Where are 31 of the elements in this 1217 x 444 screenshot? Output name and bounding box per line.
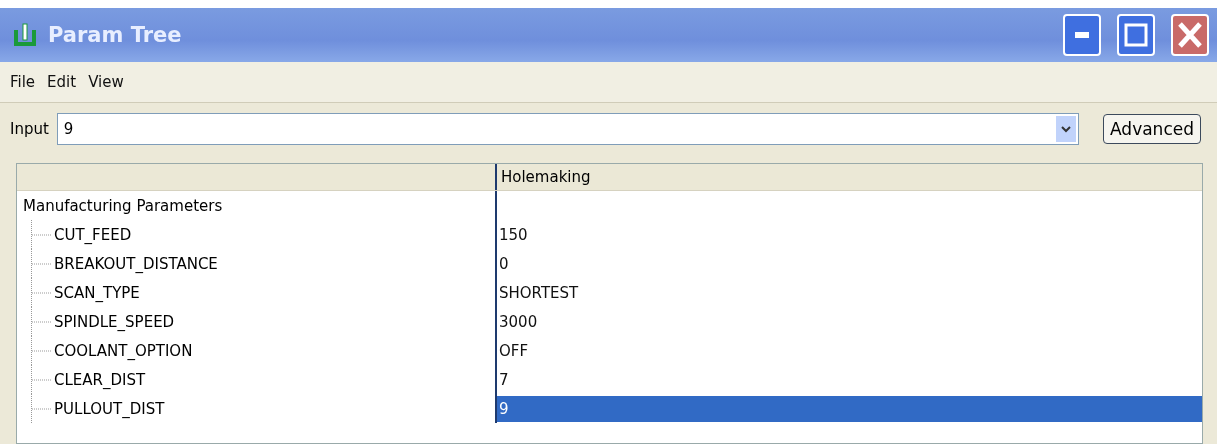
value-cell[interactable]: 0 [497, 250, 1202, 277]
menu-item[interactable]: Edit [47, 73, 77, 91]
tree-node[interactable]: SCAN_TYPE [54, 283, 140, 302]
chevron-icon [1061, 125, 1071, 133]
tree-root[interactable]: Manufacturing Parameters [17, 196, 223, 215]
minimize-button[interactable] [1063, 14, 1101, 56]
value-cell[interactable]: 7 [497, 366, 1202, 393]
value-cell[interactable]: 9 [497, 395, 1202, 422]
value-cell[interactable]: 3000 [497, 308, 1202, 335]
app-icon [12, 22, 38, 48]
tree-node[interactable]: CUT_FEED [54, 225, 132, 244]
menu-item[interactable]: View [88, 73, 124, 91]
close-icon [1177, 21, 1203, 49]
tree-node[interactable]: SPINDLE_SPEED [54, 312, 175, 331]
value-cell[interactable]: OFF [497, 337, 1202, 364]
maximize-icon [1124, 23, 1148, 47]
dropdown-button[interactable] [1056, 116, 1076, 142]
minimize-icon [1075, 32, 1089, 38]
value-cell[interactable]: SHORTEST [497, 279, 1202, 306]
maximize-button[interactable] [1117, 14, 1155, 56]
tree-node[interactable]: BREAKOUT_DISTANCE [54, 254, 218, 273]
tree-node[interactable]: PULLOUT_DIST [54, 399, 165, 418]
close-button[interactable] [1171, 14, 1209, 56]
input-combo-box[interactable]: 9 [56, 113, 1079, 145]
tree-node[interactable]: COOLANT_OPTION [54, 341, 193, 360]
input-label: Input [10, 120, 49, 138]
value-cell[interactable]: 150 [497, 221, 1202, 248]
window-title: Param Tree [48, 23, 183, 47]
menu-item[interactable]: File [10, 73, 36, 91]
advanced-button[interactable]: Advanced [1103, 114, 1201, 144]
tree-node[interactable]: CLEAR_DIST [54, 370, 146, 389]
